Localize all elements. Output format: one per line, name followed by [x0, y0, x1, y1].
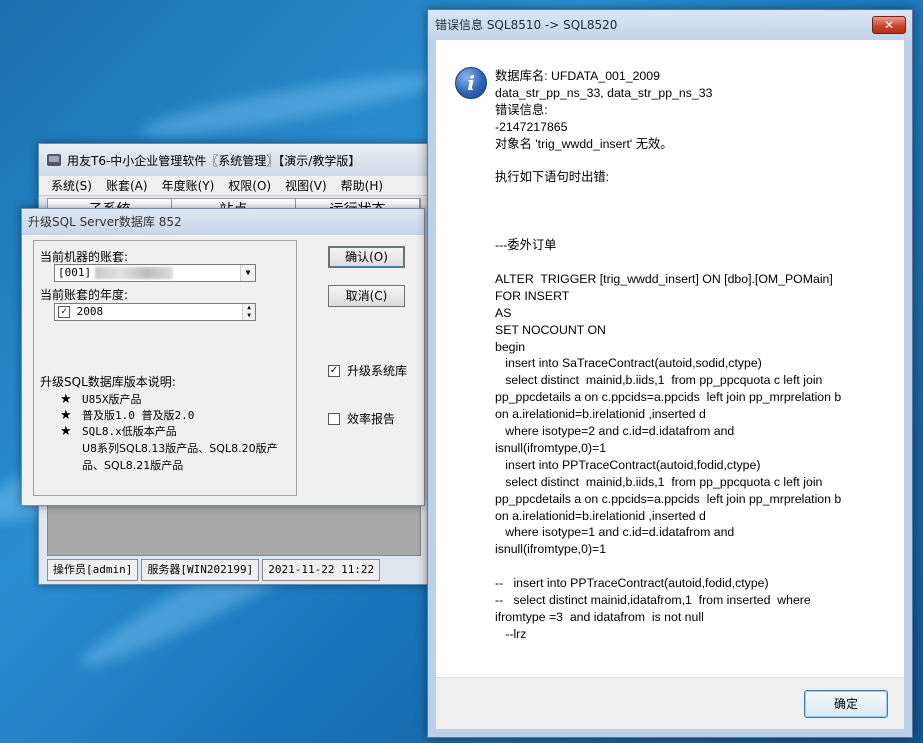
year-value: 2008 — [76, 305, 104, 318]
close-button[interactable]: ✕ — [872, 16, 906, 34]
star-icon: ★ — [60, 424, 72, 439]
notes-title: 升级SQL数据库版本说明: — [40, 375, 176, 389]
spinner-icon[interactable]: ▲ ▼ — [242, 304, 255, 320]
menu-account[interactable]: 账套(A) — [106, 177, 148, 194]
app-title-bar: 用友T6-中小企业管理软件〖系统管理〗【演示/教学版】 — [39, 144, 429, 176]
status-bar: 操作员[admin] 服务器[WIN202199] 2021-11-22 11:… — [47, 559, 421, 581]
menu-help[interactable]: 帮助(H) — [341, 177, 383, 194]
menu-system[interactable]: 系统(S) — [51, 177, 92, 194]
note-item: ★ SQL8.x低版本产品 — [60, 424, 292, 440]
wallpaper-streak — [139, 64, 441, 146]
upgrade-system-label: 升级系统库 — [347, 364, 408, 378]
status-operator: 操作员[admin] — [47, 559, 139, 581]
upgrade-options-group: 当前机器的账套: [001] ▼ 当前账套的年度: ✓ 2008 ▲ ▼ 升级SQ… — [33, 240, 297, 496]
note-item: ★ 普及版1.0 普及版2.0 — [60, 408, 292, 424]
efficiency-report-option[interactable]: 效率报告 — [328, 410, 395, 427]
status-datetime: 2021-11-22 11:22 — [262, 559, 381, 581]
year-label: 当前账套的年度: — [40, 288, 129, 302]
menu-year-account[interactable]: 年度账(Y) — [162, 177, 215, 194]
chevron-down-icon[interactable]: ▼ — [240, 265, 255, 281]
note-text: U85X版产品 — [82, 393, 142, 406]
error-dialog-title: 错误信息 SQL8510 -> SQL8520 — [428, 10, 912, 40]
star-icon: ★ — [60, 408, 72, 423]
upgrade-sql-dialog: 升级SQL Server数据库 852 当前机器的账套: [001] ▼ 当前账… — [21, 208, 425, 506]
app-menu-bar: 系统(S) 账套(A) 年度账(Y) 权限(O) 视图(V) 帮助(H) — [39, 176, 429, 196]
account-value: [001] — [58, 266, 92, 279]
upgrade-system-option[interactable]: ✓ 升级系统库 — [328, 362, 407, 379]
redacted-account-name — [95, 267, 174, 279]
year-checkbox[interactable]: ✓ — [58, 306, 70, 318]
upgrade-system-checkbox[interactable]: ✓ — [328, 364, 340, 377]
menu-view[interactable]: 视图(V) — [285, 177, 327, 194]
cancel-button[interactable]: 取消(C) — [328, 285, 405, 307]
version-notes: 升级SQL数据库版本说明: ★ U85X版产品 ★ 普及版1.0 普及版2.0 … — [40, 374, 292, 474]
app-title: 用友T6-中小企业管理软件〖系统管理〗【演示/教学版】 — [67, 153, 361, 168]
account-label: 当前机器的账套: — [40, 250, 129, 264]
efficiency-report-checkbox[interactable] — [328, 412, 340, 425]
notes-detail: U8系列SQL8.13版产品、SQL8.20版产品、SQL8.21版产品 — [82, 442, 278, 472]
note-text: SQL8.x低版本产品 — [82, 425, 177, 438]
error-dialog-body: i 数据库名: UFDATA_001_2009 data_str_pp_ns_3… — [436, 40, 904, 729]
star-icon: ★ — [60, 392, 72, 407]
confirm-button[interactable]: 确认(O) — [328, 246, 405, 268]
error-message: 数据库名: UFDATA_001_2009 data_str_pp_ns_33,… — [495, 69, 842, 641]
menu-permission[interactable]: 权限(O) — [228, 177, 271, 194]
efficiency-report-label: 效率报告 — [347, 412, 396, 426]
error-dialog-footer: 确定 — [436, 677, 904, 729]
account-select[interactable]: [001] ▼ — [54, 264, 256, 282]
ok-button[interactable]: 确定 — [804, 690, 888, 718]
error-dialog: 错误信息 SQL8510 -> SQL8520 ✕ i 数据库名: UFDATA… — [427, 9, 913, 738]
note-text: 普及版1.0 普及版2.0 — [82, 409, 195, 422]
app-icon — [47, 154, 61, 166]
year-picker[interactable]: ✓ 2008 ▲ ▼ — [54, 303, 256, 321]
note-item: ★ U85X版产品 — [60, 392, 292, 408]
info-icon: i — [455, 67, 487, 99]
upgrade-dialog-title: 升级SQL Server数据库 852 — [22, 209, 424, 235]
status-server: 服务器[WIN202199] — [141, 559, 260, 581]
close-icon: ✕ — [883, 18, 895, 32]
